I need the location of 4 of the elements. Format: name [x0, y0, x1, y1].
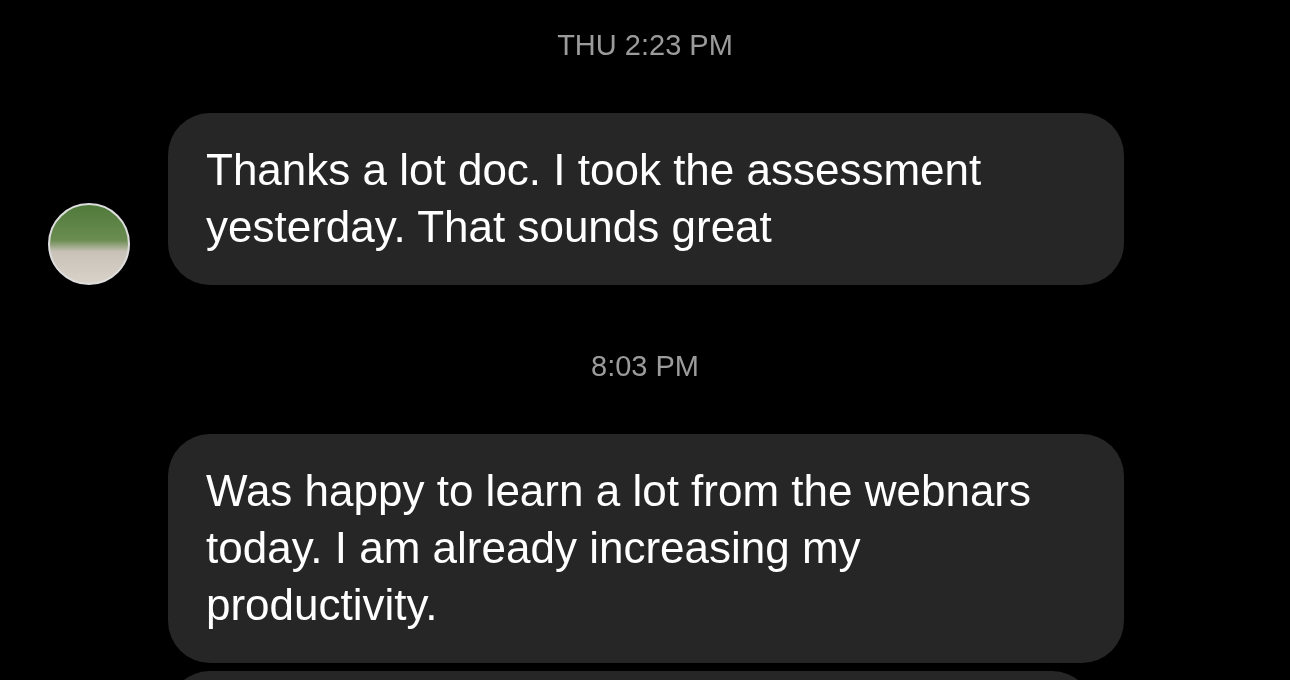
message-bubble: Was happy to learn a lot from the webnars today. I am already increasing my productivity. — [168, 434, 1124, 663]
message-bubble: Thanks a lot doc. I took the assessment yesterday. That sounds great — [168, 113, 1124, 285]
timestamp: 8:03 PM — [591, 349, 699, 384]
timestamp: THU 2:23 PM — [557, 28, 733, 63]
